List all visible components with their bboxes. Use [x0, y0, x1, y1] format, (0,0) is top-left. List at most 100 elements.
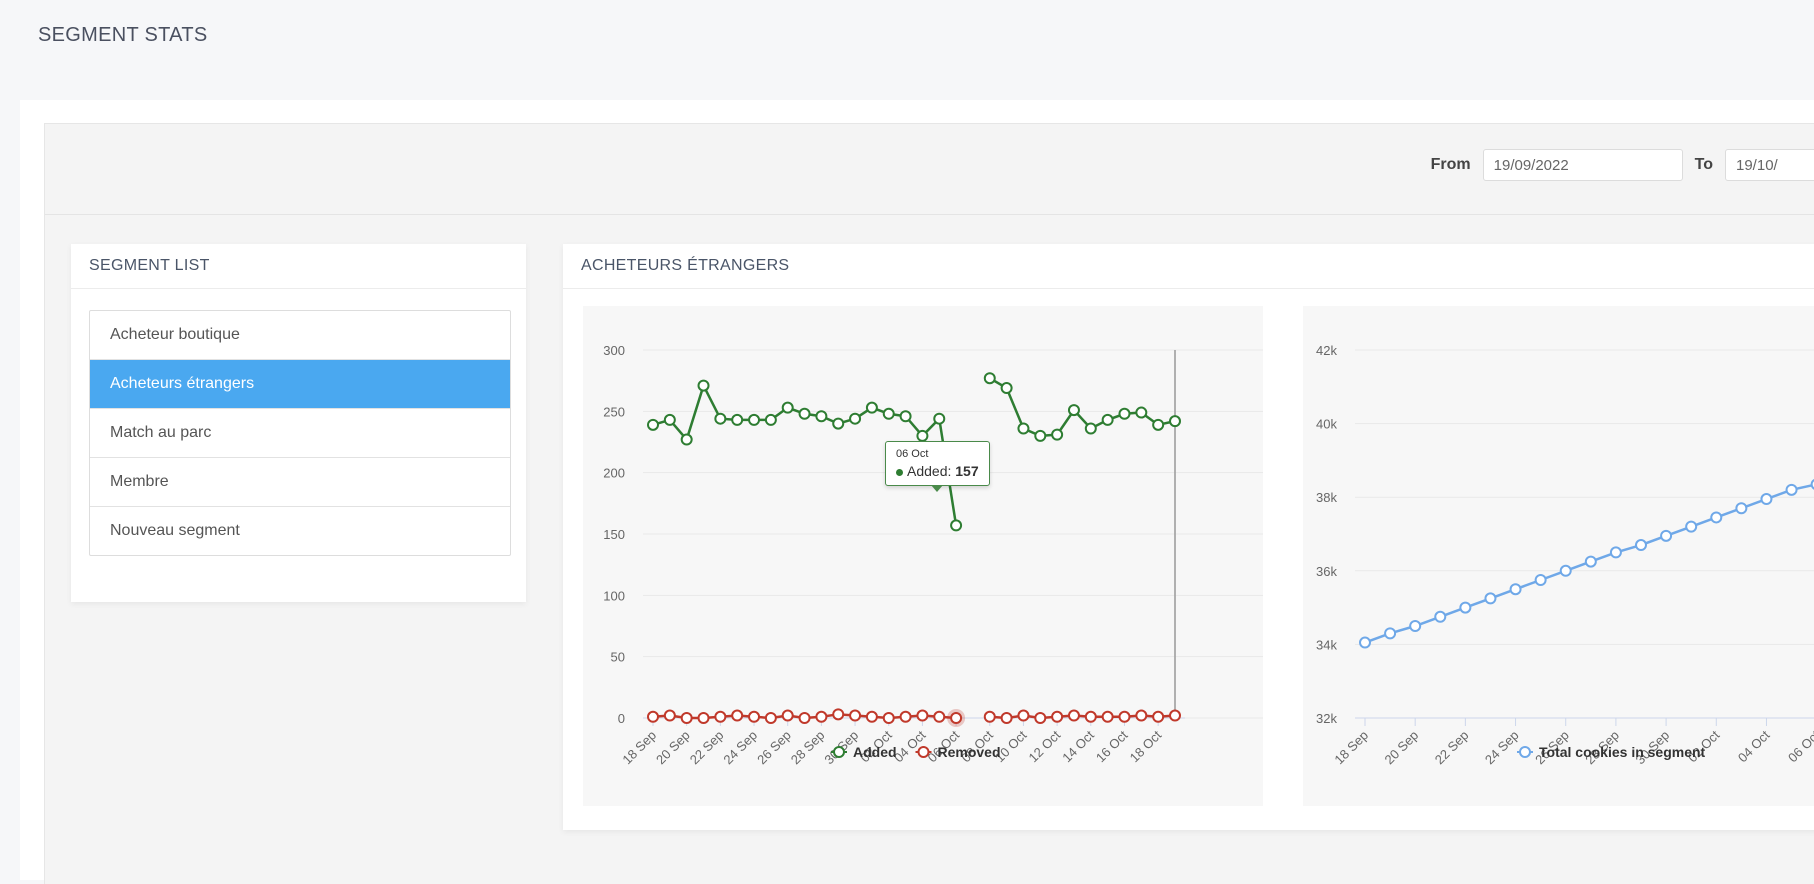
x-tick-label: 18 Sep	[619, 728, 659, 768]
legend-marker-icon	[1519, 746, 1531, 758]
x-tick-label: 22 Sep	[1432, 728, 1472, 768]
data-point	[714, 710, 727, 723]
y-tick-label: 42k	[1316, 343, 1337, 358]
data-point	[882, 712, 895, 724]
x-tick-label: 22 Sep	[687, 728, 727, 768]
data-point	[1660, 529, 1673, 542]
data-point	[865, 710, 878, 723]
segment-list-title: SEGMENT LIST	[71, 244, 526, 289]
data-point	[1409, 620, 1422, 632]
data-point	[680, 433, 693, 446]
segment-item-label: Acheteur boutique	[110, 326, 240, 343]
data-point	[1509, 583, 1522, 596]
x-tick-label: 06 Oct	[1785, 727, 1814, 765]
data-point	[697, 712, 710, 724]
segment-chart-panel: ACHETEURS ÉTRANGERS 0 50 100 150 200 250 300 18…	[563, 244, 1814, 830]
data-point	[731, 413, 744, 426]
data-point	[815, 410, 828, 423]
tooltip-series: Added	[907, 463, 948, 479]
y-tick-label: 36k	[1316, 564, 1337, 579]
y-tick-label: 38k	[1316, 490, 1337, 505]
data-point	[1584, 555, 1597, 568]
from-date-input[interactable]	[1482, 149, 1683, 181]
data-point	[1034, 429, 1047, 442]
data-point	[781, 401, 794, 414]
to-date-input[interactable]	[1725, 149, 1814, 181]
data-point	[1534, 574, 1547, 586]
legend-item-added: Added	[853, 744, 897, 760]
data-point	[663, 413, 676, 426]
data-point	[1152, 710, 1165, 723]
x-tick-label: 12 Oct	[1026, 727, 1064, 765]
data-point	[865, 401, 878, 414]
y-tick-label: 32k	[1316, 711, 1337, 726]
segment-item[interactable]: Acheteur boutique	[90, 311, 510, 359]
total-cookies-chart-svg: 32k 34k 36k 38k 40k 42k 18 Sep 20 Sep 22 Sep 24 S…	[1316, 343, 1814, 768]
chart-tooltip: 06 Oct Added: 157	[885, 441, 990, 492]
segment-item[interactable]: Match au parc	[90, 408, 510, 457]
data-point	[849, 709, 862, 722]
segment-item-active[interactable]: Acheteurs étrangers	[90, 359, 510, 408]
x-tick-label: 14 Oct	[1059, 727, 1097, 765]
segment-item-label: Acheteurs étrangers	[110, 375, 255, 392]
segment-item[interactable]: Nouveau segment	[90, 506, 510, 555]
data-point	[983, 372, 996, 385]
data-point	[899, 410, 912, 423]
data-point	[1067, 709, 1080, 722]
from-label: From	[1430, 156, 1471, 173]
data-point	[1017, 709, 1030, 722]
y-tick-label: 34k	[1316, 637, 1337, 652]
y-tick-label: 40k	[1316, 417, 1337, 432]
y-tick-label: 250	[603, 404, 625, 419]
data-point	[1101, 710, 1114, 723]
data-point	[1084, 422, 1097, 435]
data-point	[1735, 502, 1748, 515]
data-point	[1034, 712, 1047, 724]
data-point	[1000, 712, 1013, 724]
legend-marker-icon	[833, 746, 845, 758]
data-point	[1051, 710, 1064, 723]
x-tick-label: 18 Sep	[1331, 728, 1371, 768]
data-point	[663, 709, 676, 722]
y-tick-label: 200	[603, 466, 625, 481]
data-point	[1685, 520, 1698, 533]
segment-list-panel: SEGMENT LIST Acheteur boutique Acheteurs…	[71, 244, 526, 602]
data-point	[983, 710, 996, 723]
segment-list: Acheteur boutique Acheteurs étrangers Ma…	[89, 310, 511, 556]
x-tick-label: 04 Oct	[1735, 727, 1773, 765]
data-point	[1017, 422, 1030, 435]
total-cookies-chart: 32k 34k 36k 38k 40k 42k 18 Sep 20 Sep 22 Sep 24 S…	[1303, 306, 1814, 806]
y-tick-label: 0	[618, 711, 625, 726]
data-point	[1169, 709, 1181, 722]
data-point	[916, 429, 929, 442]
data-point	[1169, 415, 1181, 428]
data-point	[1710, 511, 1723, 524]
legend-marker-icon	[917, 746, 930, 758]
data-point	[815, 710, 828, 723]
x-tick-label: 18 Oct	[1127, 727, 1165, 765]
y-tick-label: 300	[603, 343, 625, 358]
data-point	[798, 407, 811, 420]
data-point	[1084, 710, 1097, 723]
segment-item[interactable]: Membre	[90, 457, 510, 506]
data-point	[832, 417, 845, 430]
data-point	[748, 413, 761, 426]
data-point	[731, 709, 744, 722]
segment-item-label: Membre	[110, 473, 169, 490]
data-point	[1434, 610, 1447, 623]
data-point	[1609, 546, 1622, 559]
data-point	[899, 710, 912, 723]
x-tick-label: 20 Sep	[653, 728, 693, 768]
x-tick-label: 24 Sep	[720, 728, 760, 768]
y-tick-label: 150	[603, 527, 625, 542]
tooltip-value: 157	[955, 463, 979, 479]
page-title: SEGMENT STATS	[38, 24, 208, 46]
data-point	[950, 519, 963, 532]
series-line-added	[989, 377, 1176, 438]
data-point	[916, 709, 929, 722]
data-point	[1484, 592, 1497, 605]
segment-item-label: Nouveau segment	[110, 522, 240, 539]
data-point	[1152, 418, 1165, 431]
data-point	[1785, 483, 1798, 496]
data-point	[933, 412, 946, 425]
